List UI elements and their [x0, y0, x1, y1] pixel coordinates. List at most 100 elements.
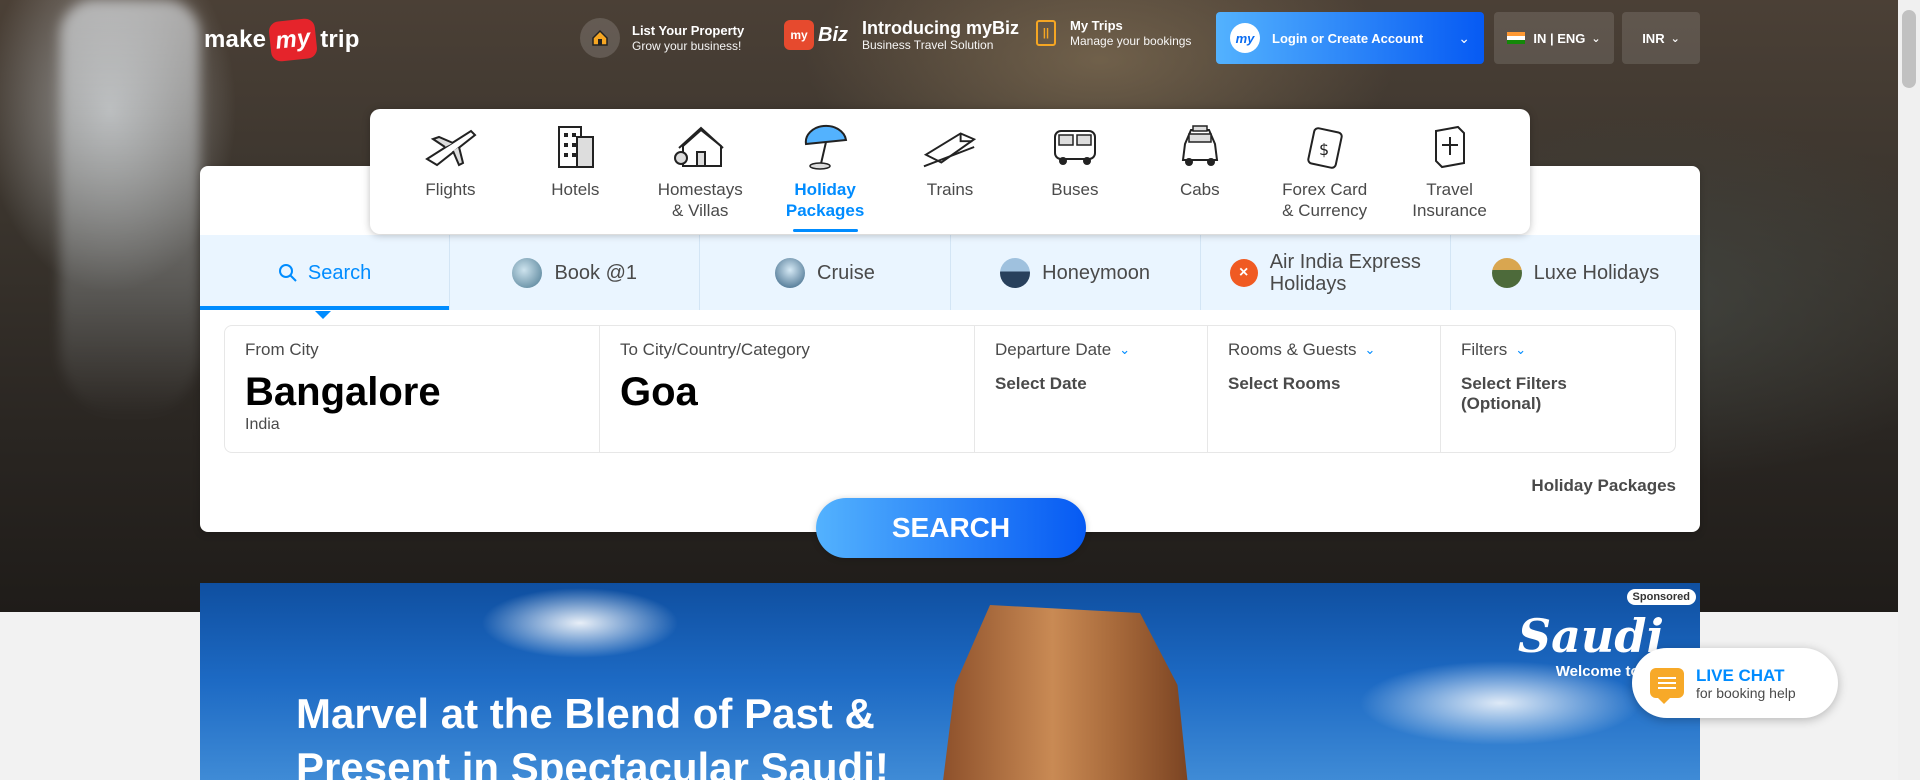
language-selector[interactable]: IN | ENG ⌄	[1494, 12, 1614, 64]
currency-label: INR	[1642, 30, 1665, 46]
filters-value: Select Filters (Optional)	[1461, 374, 1567, 413]
subtab-label: Cruise	[817, 261, 875, 284]
makemytrip-logo[interactable]: make my trip	[204, 17, 360, 63]
nav-label: Homestays & Villas	[657, 180, 743, 220]
flight-icon	[422, 121, 478, 173]
to-city-field[interactable]: To City/Country/Category Goa	[600, 326, 975, 452]
nav-label: Travel Insurance	[1412, 180, 1487, 220]
nav-trains[interactable]: Trains	[888, 109, 1013, 234]
luxe-holidays-icon	[1491, 257, 1522, 288]
language-label: IN | ENG	[1533, 30, 1586, 46]
nav-holiday-packages[interactable]: Holiday Packages	[763, 109, 888, 234]
filters-field[interactable]: Filters ⌄ Select Filters (Optional)	[1441, 326, 1675, 452]
saudi-ad-banner[interactable]: Marvel at the Blend of Past & Present in…	[200, 583, 1700, 780]
chevron-down-icon: ⌄	[1119, 342, 1131, 357]
train-icon	[922, 121, 978, 173]
live-chat-button[interactable]: LIVE CHAT for booking help	[1632, 648, 1838, 718]
rock-tomb-image	[940, 605, 1190, 780]
nav-insurance[interactable]: Travel Insurance	[1387, 109, 1512, 234]
departure-date-value: Select Date	[995, 374, 1087, 393]
logo-part-my: my	[268, 17, 319, 63]
subtab-book-at-1[interactable]: Book @1	[450, 235, 701, 310]
nav-forex[interactable]: $ Forex Card & Currency	[1262, 109, 1387, 234]
nav-label: Trains	[926, 180, 974, 199]
subtab-label: Book @1	[554, 261, 638, 284]
subtab-luxe-holidays[interactable]: Luxe Holidays	[1451, 235, 1700, 310]
mybiz-badge-icon: my	[784, 20, 814, 50]
from-city-value: Bangalore	[245, 370, 441, 414]
to-city-label: To City/Country/Category	[620, 340, 810, 359]
banner-title: Marvel at the Blend of Past & Present in…	[296, 690, 889, 780]
scrollbar-thumb[interactable]	[1902, 10, 1916, 88]
sponsored-badge: Sponsored	[1626, 589, 1696, 605]
mybiz-title: Introducing myBiz	[862, 18, 1019, 38]
rooms-guests-label: Rooms & Guests	[1228, 340, 1357, 359]
nav-hotels[interactable]: Hotels	[513, 109, 638, 234]
departure-date-label: Departure Date	[995, 340, 1112, 359]
from-city-field[interactable]: From City Bangalore India	[225, 326, 600, 452]
search-fields: From City Bangalore India To City/Countr…	[224, 325, 1676, 453]
page-scrollbar[interactable]	[1898, 0, 1920, 780]
chevron-down-icon: ⌄	[1591, 32, 1601, 45]
list-property-subtitle: Grow your business!	[632, 39, 742, 53]
subtab-label: Search	[307, 261, 372, 284]
india-flag-icon	[1507, 32, 1526, 44]
mybiz-link[interactable]: my Biz Introducing myBiz Business Travel…	[784, 18, 1019, 52]
subtab-air-india-express[interactable]: × Air India Express Holidays	[1201, 235, 1451, 310]
subtab-cruise[interactable]: Cruise	[700, 235, 951, 310]
logo-part-trip: trip	[320, 26, 360, 53]
property-icon	[580, 18, 620, 58]
logo-part-make: make	[204, 26, 267, 53]
hotel-icon	[547, 121, 603, 173]
subtab-search[interactable]: Search	[200, 235, 451, 319]
chevron-down-icon: ⌄	[1364, 342, 1376, 357]
saudi-logo: Saudi	[1517, 609, 1664, 663]
holiday-packages-link[interactable]: Holiday Packages	[1531, 476, 1676, 496]
top-bar: make my trip List Your Property Grow you…	[0, 0, 1920, 76]
forex-icon: $	[1297, 121, 1353, 173]
insurance-icon	[1422, 121, 1478, 173]
my-trips-title: My Trips	[1070, 18, 1123, 33]
category-nav: Flights Hotels Homestays & Villas Holida…	[370, 109, 1530, 234]
live-chat-subtitle: for booking help	[1696, 684, 1796, 701]
rooms-guests-value: Select Rooms	[1228, 374, 1341, 393]
air-india-express-icon: ×	[1229, 258, 1258, 287]
subtab-label: Air India Express Holidays	[1269, 250, 1421, 295]
filters-label: Filters	[1461, 340, 1508, 359]
bus-icon	[1047, 121, 1103, 173]
user-avatar-icon: my	[1230, 23, 1260, 53]
mybiz-word: Biz	[818, 23, 848, 46]
cruise-icon	[775, 257, 806, 288]
nav-label: Flights	[425, 180, 476, 199]
list-property-link[interactable]: List Your Property Grow your business!	[580, 18, 744, 58]
login-button[interactable]: my Login or Create Account ⌄	[1216, 12, 1484, 64]
nav-label: Forex Card & Currency	[1282, 180, 1368, 220]
my-trips-subtitle: Manage your bookings	[1070, 34, 1192, 48]
nav-label: Hotels	[551, 180, 600, 199]
live-chat-title: LIVE CHAT	[1696, 665, 1785, 685]
nav-label: Buses	[1051, 180, 1099, 199]
suitcase-icon: ||	[1036, 20, 1056, 46]
list-property-title: List Your Property	[632, 23, 745, 38]
my-trips-link[interactable]: || My Trips Manage your bookings	[1036, 18, 1191, 48]
rooms-guests-field[interactable]: Rooms & Guests ⌄ Select Rooms	[1208, 326, 1441, 452]
subtab-honeymoon[interactable]: Honeymoon	[951, 235, 1201, 310]
nav-label: Holiday Packages	[785, 180, 865, 220]
chevron-down-icon: ⌄	[1670, 32, 1680, 45]
search-icon	[278, 263, 297, 282]
from-city-label: From City	[245, 340, 319, 359]
search-button[interactable]: SEARCH	[816, 498, 1086, 558]
nav-cabs[interactable]: Cabs	[1137, 109, 1262, 234]
departure-date-field[interactable]: Departure Date ⌄ Select Date	[975, 326, 1208, 452]
nav-homestays[interactable]: Homestays & Villas	[638, 109, 763, 234]
book-at-1-icon	[512, 257, 543, 288]
nav-flights[interactable]: Flights	[388, 109, 513, 234]
login-label: Login or Create Account	[1272, 30, 1424, 46]
package-subtabs: Search Book @1 Cruise Honeymoon × Air In…	[200, 235, 1700, 319]
currency-selector[interactable]: INR ⌄	[1622, 12, 1700, 64]
chevron-down-icon: ⌄	[1458, 29, 1470, 46]
cab-icon	[1172, 121, 1228, 173]
from-city-country: India	[245, 416, 280, 433]
svg-text:$: $	[1319, 140, 1329, 159]
nav-buses[interactable]: Buses	[1012, 109, 1137, 234]
